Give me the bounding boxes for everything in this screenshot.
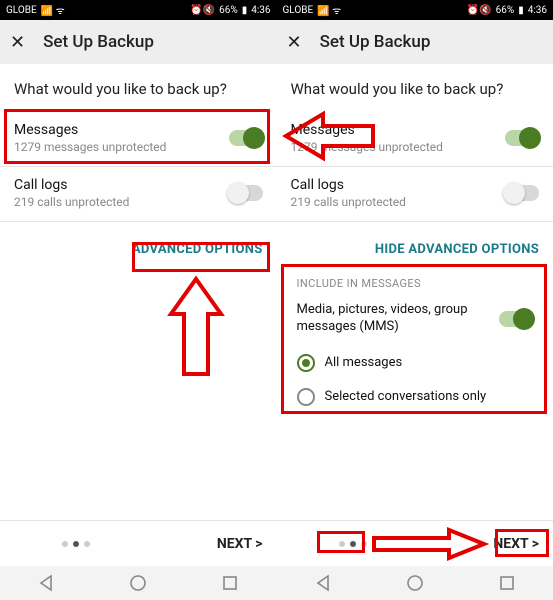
backup-question: What would you like to back up? <box>0 64 277 112</box>
next-button[interactable]: NEXT > <box>217 536 263 552</box>
calllogs-row[interactable]: Call logs 219 calls unprotected <box>0 167 277 222</box>
messages-toggle[interactable] <box>229 130 263 146</box>
calllogs-sub: 219 calls unprotected <box>14 195 129 209</box>
advanced-header: INCLUDE IN MESSAGES <box>295 273 536 298</box>
messages-row[interactable]: Messages 1279 messages unprotected <box>277 112 553 167</box>
media-label: Media, pictures, videos, group messages … <box>297 302 497 336</box>
calllogs-label: Call logs <box>291 177 406 193</box>
alarm-icon: ⏰🔇 <box>190 5 215 16</box>
radio-icon[interactable] <box>297 388 315 406</box>
calllogs-sub: 219 calls unprotected <box>291 195 406 209</box>
messages-toggle[interactable] <box>505 130 539 146</box>
home-icon[interactable] <box>129 574 147 592</box>
radio-all-label: All messages <box>325 355 403 370</box>
page-dots <box>339 541 367 547</box>
radio-all[interactable]: All messages <box>295 346 536 380</box>
arrow-up-icon <box>166 274 226 384</box>
battery-icon: ▮ <box>242 5 248 16</box>
signal-icon: 📶 ᯤ <box>41 3 65 17</box>
alarm-icon: ⏰🔇 <box>467 5 492 16</box>
time-label: 4:36 <box>251 5 270 16</box>
hide-advanced-options-link[interactable]: HIDE ADVANCED OPTIONS <box>277 222 553 257</box>
app-bar: ✕ Set Up Backup <box>0 20 277 64</box>
android-navbar <box>0 566 277 600</box>
home-icon[interactable] <box>406 574 424 592</box>
advanced-options-link[interactable]: ADVANCED OPTIONS <box>0 222 277 257</box>
close-icon[interactable]: ✕ <box>10 32 25 53</box>
calllogs-toggle[interactable] <box>229 185 263 201</box>
page-title: Set Up Backup <box>320 32 431 52</box>
radio-icon[interactable] <box>297 354 315 372</box>
arrow-right-icon <box>369 527 489 561</box>
calllogs-label: Call logs <box>14 177 129 193</box>
backup-question: What would you like to back up? <box>277 64 553 112</box>
signal-icon: 📶 ᯤ <box>317 3 341 17</box>
time-label: 4:36 <box>528 5 547 16</box>
advanced-section: INCLUDE IN MESSAGES Media, pictures, vid… <box>289 265 542 424</box>
media-row[interactable]: Media, pictures, videos, group messages … <box>295 298 536 346</box>
page-title: Set Up Backup <box>43 32 154 52</box>
back-icon[interactable] <box>314 574 332 592</box>
android-navbar <box>277 566 553 600</box>
radio-selected-label: Selected conversations only <box>325 389 487 404</box>
carrier-label: GLOBE <box>283 5 314 16</box>
battery-label: 66% <box>219 5 238 16</box>
recent-icon[interactable] <box>498 574 516 592</box>
messages-row[interactable]: Messages 1279 messages unprotected <box>0 112 277 167</box>
status-bar: GLOBE 📶 ᯤ ⏰🔇 66% ▮4:36 <box>0 0 277 20</box>
battery-label: 66% <box>496 5 515 16</box>
close-icon[interactable]: ✕ <box>287 32 302 53</box>
radio-selected[interactable]: Selected conversations only <box>295 380 536 414</box>
messages-label: Messages <box>14 122 166 138</box>
calllogs-toggle[interactable] <box>505 185 539 201</box>
calllogs-row[interactable]: Call logs 219 calls unprotected <box>277 167 553 222</box>
page-dots <box>62 541 90 547</box>
battery-icon: ▮ <box>518 5 524 16</box>
messages-label: Messages <box>291 122 443 138</box>
messages-sub: 1279 messages unprotected <box>14 140 166 154</box>
footer-bar: NEXT > <box>0 520 277 566</box>
carrier-label: GLOBE <box>6 5 37 16</box>
back-icon[interactable] <box>37 574 55 592</box>
status-bar: GLOBE📶 ᯤ ⏰🔇 66%▮ 4:36 <box>277 0 553 20</box>
right-pane: GLOBE📶 ᯤ ⏰🔇 66%▮ 4:36 ✕ Set Up Backup What… <box>277 0 553 600</box>
next-button[interactable]: NEXT > <box>493 536 539 552</box>
app-bar: ✕ Set Up Backup <box>277 20 553 64</box>
left-pane: GLOBE 📶 ᯤ ⏰🔇 66% ▮4:36 ✕ Set Up Backup What… <box>0 0 277 600</box>
recent-icon[interactable] <box>221 574 239 592</box>
messages-sub: 1279 messages unprotected <box>291 140 443 154</box>
footer-bar: NEXT > <box>277 520 553 566</box>
media-toggle[interactable] <box>499 311 533 327</box>
